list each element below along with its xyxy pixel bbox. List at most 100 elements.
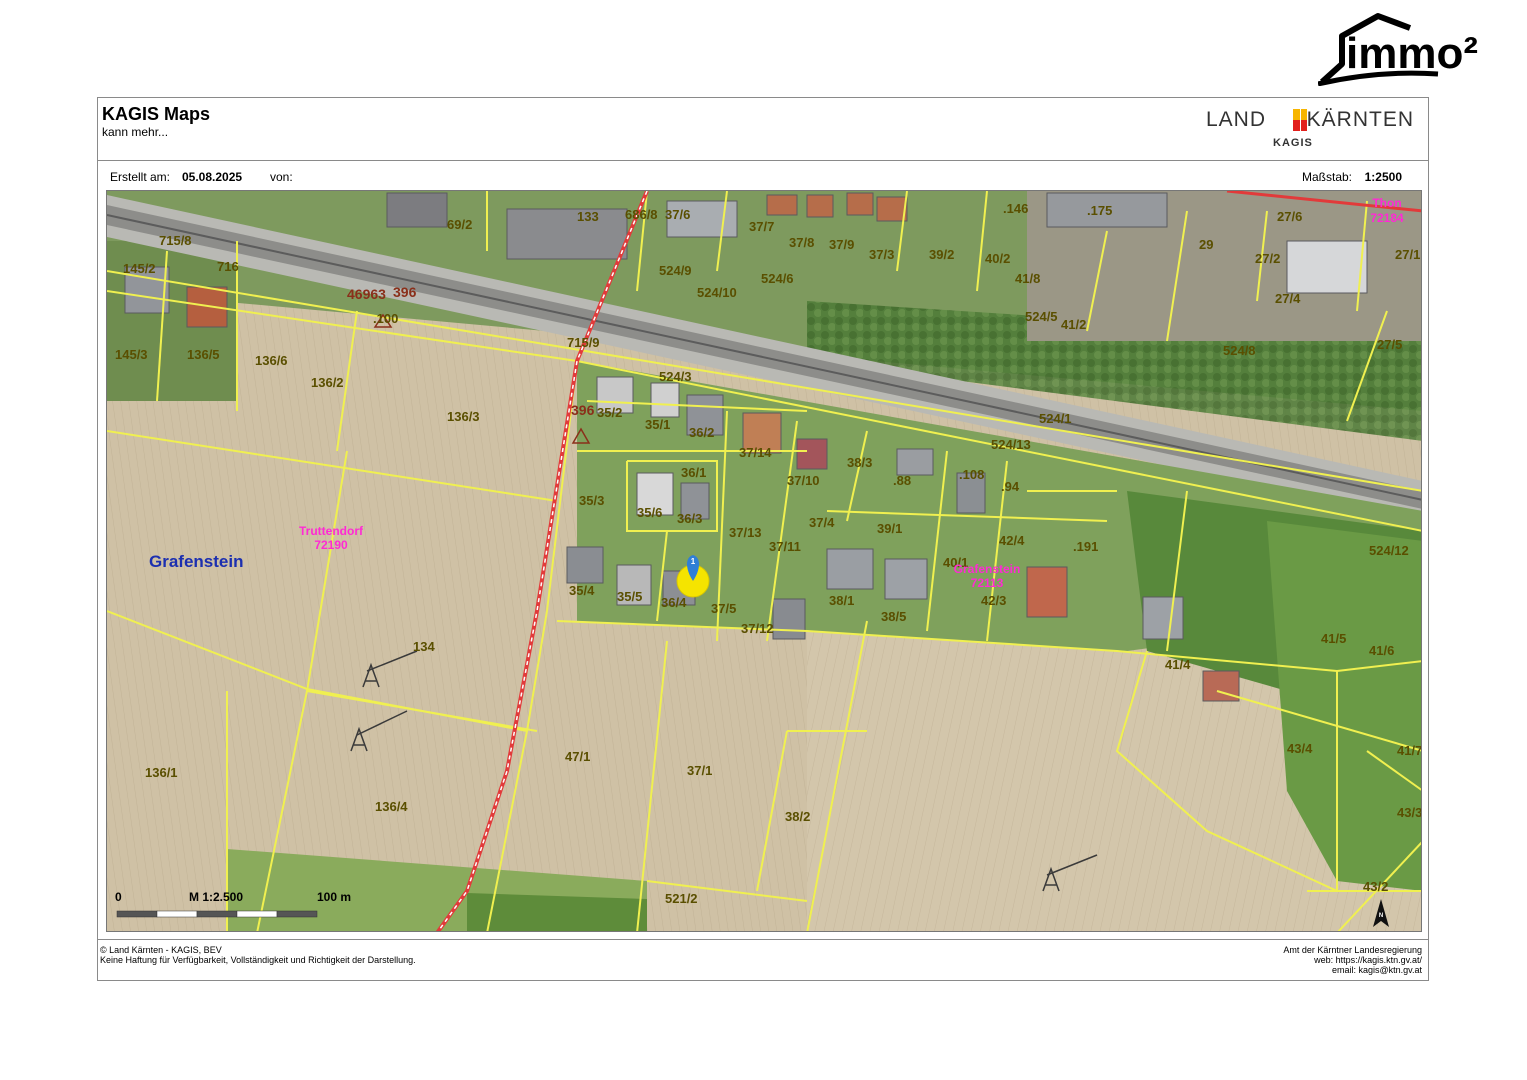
- parcel-label: 69/2: [447, 217, 472, 232]
- town-name-truttendorf: Truttendorf: [299, 524, 364, 538]
- parcel-label: 43/3: [1397, 805, 1422, 820]
- page-subtitle: kann mehr...: [102, 125, 169, 139]
- parcel-label: 715/8: [159, 233, 192, 248]
- parcel-label: .191: [1073, 539, 1098, 554]
- cadastral-map[interactable]: 1 715/8 145/2 716 145/3 136/5 136/6 136/2 136/3…: [106, 190, 1422, 932]
- scale-bar-start: 0: [115, 890, 122, 904]
- created-date: 05.08.2025: [182, 170, 243, 184]
- parcel-label: 39/1: [877, 521, 902, 536]
- parcel-label: 524/3: [659, 369, 692, 384]
- parcel-label: .175: [1087, 203, 1112, 218]
- parcel-label: 27/5: [1377, 337, 1402, 352]
- parcel-label: 35/3: [579, 493, 604, 508]
- parcel-label: 37/14: [739, 445, 772, 460]
- parcel-label: 37/3: [869, 247, 894, 262]
- town-name-grafenstein: Grafenstein: [954, 562, 1021, 576]
- elevation-label-3: .100: [373, 311, 398, 326]
- land-logo-right: KÄRNTEN: [1306, 108, 1414, 131]
- parcel-label: 524/10: [697, 285, 737, 300]
- print-header: KAGIS Maps kann mehr... LAND KÄRNTEN KAG…: [98, 98, 1428, 161]
- parcel-label: 524/1: [1039, 411, 1072, 426]
- parcel-label: 524/9: [659, 263, 692, 278]
- parcel-label: .94: [1001, 479, 1020, 494]
- parcel-label: 134: [413, 639, 435, 654]
- immo2-logo-text: immo²: [1346, 29, 1478, 78]
- parcel-label: 41/8: [1015, 271, 1040, 286]
- parcel-label: 37/8: [789, 235, 814, 250]
- parcel-label: 41/5: [1321, 631, 1346, 646]
- parcel-label: 35/5: [617, 589, 642, 604]
- parcel-label: 136/6: [255, 353, 288, 368]
- parcel-label: 524/13: [991, 437, 1031, 452]
- elevation-label-2: 396: [393, 284, 417, 300]
- footer-email[interactable]: email: kagis@ktn.gv.at: [1283, 965, 1422, 975]
- print-footer: © Land Kärnten - KAGIS, BEV Keine Haftun…: [98, 939, 1428, 980]
- parcel-label: 136/1: [145, 765, 178, 780]
- parcel-label: 38/1: [829, 593, 854, 608]
- footer-authority: Amt der Kärntner Landesregierung: [1283, 945, 1422, 955]
- town-code-truttendorf: 72190: [314, 538, 348, 552]
- land-logo-left: LAND: [1206, 108, 1267, 131]
- parcel-label: 38/5: [881, 609, 906, 624]
- map-canvas[interactable]: 1 715/8145/2 716 145/3 136/5 136/6 136/2 136/3…: [107, 191, 1422, 932]
- parcel-label: 37/6: [665, 207, 690, 222]
- parcel-label: 145/2: [123, 261, 156, 276]
- land-kaernten-logo: LAND KÄRNTEN KAGIS: [1206, 104, 1414, 154]
- parcel-label: 38/3: [847, 455, 872, 470]
- parcel-label: 136/3: [447, 409, 480, 424]
- immo2-logo-graphic: immo²: [1318, 13, 1478, 86]
- immo2-logo: immo²: [1318, 12, 1514, 86]
- parcel-label: 27/2: [1255, 251, 1280, 266]
- parcel-label: 136/2: [311, 375, 344, 390]
- parcel-label: 47/1: [565, 749, 590, 764]
- created-label: Erstellt am:: [110, 170, 171, 184]
- scale-value: 1:2500: [1364, 170, 1402, 184]
- parcel-label: 524/8: [1223, 343, 1256, 358]
- parcel-label: 716: [217, 259, 239, 274]
- parcel-label: 40/2: [985, 251, 1010, 266]
- footer-right: Amt der Kärntner Landesregierung web: ht…: [1283, 945, 1422, 975]
- parcel-label: 37/9: [829, 237, 854, 252]
- parcel-label: 27/6: [1277, 209, 1302, 224]
- parcel-label: 37/10: [787, 473, 820, 488]
- elevation-label-1: 46963: [347, 286, 386, 302]
- parcel-label: 41/2: [1061, 317, 1086, 332]
- footer-copyright: © Land Kärnten - KAGIS, BEV: [100, 945, 222, 955]
- print-meta-row: Erstellt am: 05.08.2025 von: Maßstab: 1:…: [98, 160, 1428, 190]
- parcel-label: 524/12: [1369, 543, 1409, 558]
- town-code-grafenstein: 72113: [971, 576, 1004, 590]
- footer-left: © Land Kärnten - KAGIS, BEV Keine Haftun…: [100, 945, 416, 965]
- parcel-label: 38/2: [785, 809, 810, 824]
- municipality-label: Grafenstein: [149, 552, 243, 571]
- parcel-label: 36/1: [681, 465, 706, 480]
- parcel-label: 37/11: [769, 539, 801, 554]
- parcel-label: 524/5: [1025, 309, 1058, 324]
- parcel-label: 36/2: [689, 425, 714, 440]
- parcel-label: 37/12: [741, 621, 774, 636]
- parcel-label: 36/3: [677, 511, 702, 526]
- parcel-label: 136/5: [187, 347, 220, 362]
- parcel-label: 521/2: [665, 891, 698, 906]
- parcel-label: 36/4: [661, 595, 687, 610]
- scale-bar-end: 100 m: [317, 890, 351, 904]
- parcel-label: 715/9: [567, 335, 600, 350]
- parcel-label: 35/4: [569, 583, 595, 598]
- parcel-label: 42/4: [999, 533, 1025, 548]
- parcel-label: .88: [893, 473, 911, 488]
- land-logo-sub: KAGIS: [1273, 137, 1313, 149]
- parcel-label: 37/13: [729, 525, 762, 540]
- parcel-label: 27/4: [1275, 291, 1301, 306]
- parcel-label: 42/3: [981, 593, 1006, 608]
- parcel-label: 41/6: [1369, 643, 1394, 658]
- author-label: von:: [270, 170, 293, 184]
- footer-web[interactable]: web: https://kagis.ktn.gv.at/: [1283, 955, 1422, 965]
- parcel-label: 39/2: [929, 247, 954, 262]
- parcel-label: 43/2: [1363, 879, 1388, 894]
- parcel-label: 29: [1199, 237, 1213, 252]
- parcel-label: 43/4: [1287, 741, 1313, 756]
- kagis-print-panel: KAGIS Maps kann mehr... LAND KÄRNTEN KAG…: [97, 97, 1429, 981]
- parcel-label: 136/4: [375, 799, 408, 814]
- north-arrow-label: N: [1379, 913, 1383, 919]
- parcel-label: 37/7: [749, 219, 774, 234]
- parcel-label: 41/4: [1165, 657, 1191, 672]
